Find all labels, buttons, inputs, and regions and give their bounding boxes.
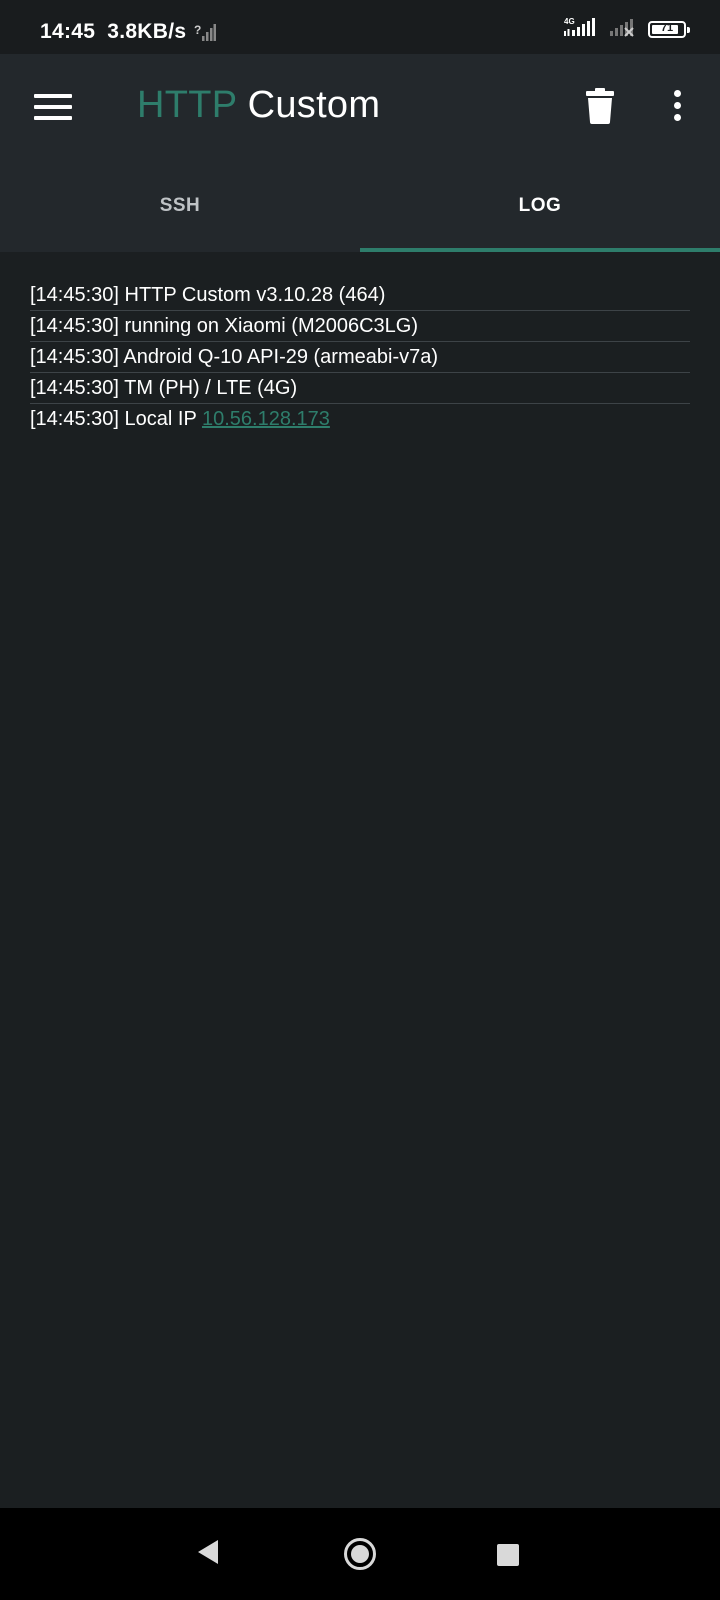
more-options-icon[interactable] [668,90,686,124]
log-panel: [14:45:30] HTTP Custom v3.10.28 (464) [1… [30,280,690,434]
status-time: 14:45 [40,20,96,43]
status-left: 14:45 3.8KB/s ? [40,20,217,44]
log-line: [14:45:30] Android Q-10 API-29 (armeabi-… [30,342,690,373]
app-toolbar: HTTP Custom [0,54,720,160]
tab-log-label: LOG [518,195,562,216]
network-type-label: 4G [564,17,575,26]
app-title-accent: HTTP [137,84,237,126]
battery-icon: 71 [648,21,690,38]
app-title-main: Custom [247,84,381,126]
log-line: [14:45:30] TM (PH) / LTE (4G) [30,373,690,404]
battery-level: 71 [660,22,674,34]
tab-ssh-label: SSH [159,195,201,216]
delete-icon[interactable] [586,88,614,124]
tab-log[interactable]: LOG [360,160,720,252]
log-line-prefix: [14:45:30] Local IP [30,408,202,430]
log-line-local-ip: [14:45:30] Local IP 10.56.128.173 [30,404,690,434]
home-icon[interactable] [344,1538,376,1570]
svg-text:?: ? [194,23,202,37]
tab-ssh[interactable]: SSH [0,160,360,252]
app-title: HTTP Custom [137,84,380,127]
network-speed: 3.8KB/s [107,20,187,43]
log-line: [14:45:30] running on Xiaomi (M2006C3LG) [30,311,690,342]
status-right: 4G 71 [552,16,690,43]
signal-4g-icon: 4G [562,16,598,43]
local-ip-link[interactable]: 10.56.128.173 [202,408,330,430]
recents-icon[interactable] [497,1544,519,1566]
signal-no-service-icon [608,16,636,43]
status-bar: 14:45 3.8KB/s ? 4G 71 [0,0,720,54]
navigation-bar [0,1508,720,1600]
back-icon[interactable] [196,1538,220,1571]
menu-icon[interactable] [34,94,72,120]
log-line: [14:45:30] HTTP Custom v3.10.28 (464) [30,280,690,311]
wifi-question-icon: ? [194,22,217,42]
tab-bar: SSH LOG [0,160,720,252]
